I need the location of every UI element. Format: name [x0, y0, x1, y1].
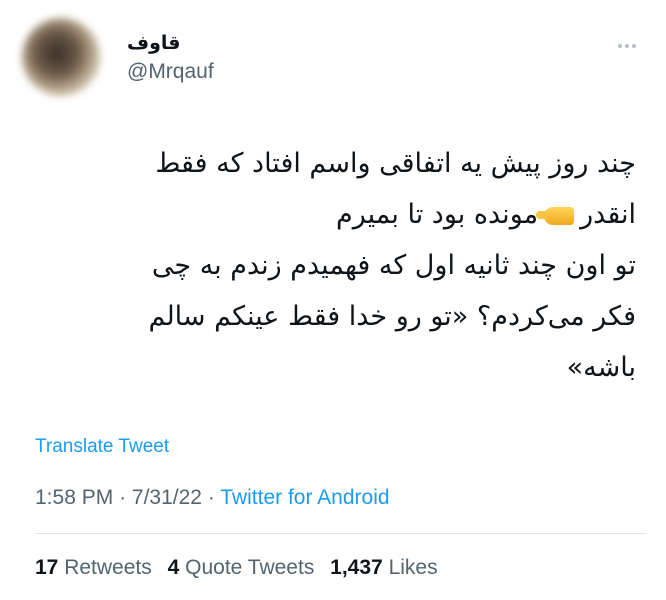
- author-name[interactable]: قاوف: [127, 32, 214, 54]
- likes-stat[interactable]: 1,437 Likes: [330, 556, 437, 579]
- engagement-stats: 17 Retweets 4 Quote Tweets 1,437 Likes: [35, 556, 448, 580]
- translate-tweet-link[interactable]: Translate Tweet: [35, 436, 169, 458]
- likes-count: 1,437: [330, 556, 383, 579]
- tweet-line: مونده بود تا بمیرم: [336, 199, 539, 230]
- quote-tweets-stat[interactable]: 4 Quote Tweets: [168, 556, 315, 579]
- quote-tweets-count: 4: [167, 556, 180, 579]
- retweets-stat[interactable]: 17 Retweets: [35, 556, 152, 579]
- tweet-time[interactable]: 1:58 PM: [35, 486, 113, 509]
- quote-tweets-label: Quote Tweets: [185, 556, 315, 579]
- meta-separator: ·: [119, 486, 127, 509]
- tweet-text: چند روز پیش یه اتفاقی واسم افتاد که فقط …: [16, 138, 636, 393]
- divider: [35, 533, 646, 534]
- tweet-source-link[interactable]: Twitter for Android: [220, 486, 389, 509]
- tweet-metadata: 1:58 PM · 7/31/22 · Twitter for Android: [35, 486, 390, 510]
- tweet-line: چند روز پیش یه اتفاقی واسم افتاد که فقط: [155, 148, 636, 179]
- likes-label: Likes: [388, 556, 438, 579]
- more-options-icon[interactable]: [618, 44, 636, 48]
- avatar[interactable]: [22, 18, 100, 96]
- author-handle[interactable]: @Mrqauf: [127, 60, 214, 84]
- tweet-line: تو اون چند ثانیه اول که فهمیدم زندم به چ…: [151, 250, 636, 281]
- retweets-count: 17: [35, 556, 59, 579]
- tweet-line: باشه»: [566, 352, 636, 383]
- meta-separator: ·: [207, 486, 215, 509]
- author-block[interactable]: قاوف @Mrqauf: [127, 32, 214, 84]
- tweet-line: فکر می‌کردم؟ «تو رو خدا فقط عینکم سالم: [148, 301, 636, 332]
- tweet-line: انقدر: [580, 199, 636, 230]
- tweet-date[interactable]: 7/31/22: [132, 486, 202, 509]
- retweets-label: Retweets: [64, 556, 152, 579]
- pinching-hand-icon: [536, 206, 575, 225]
